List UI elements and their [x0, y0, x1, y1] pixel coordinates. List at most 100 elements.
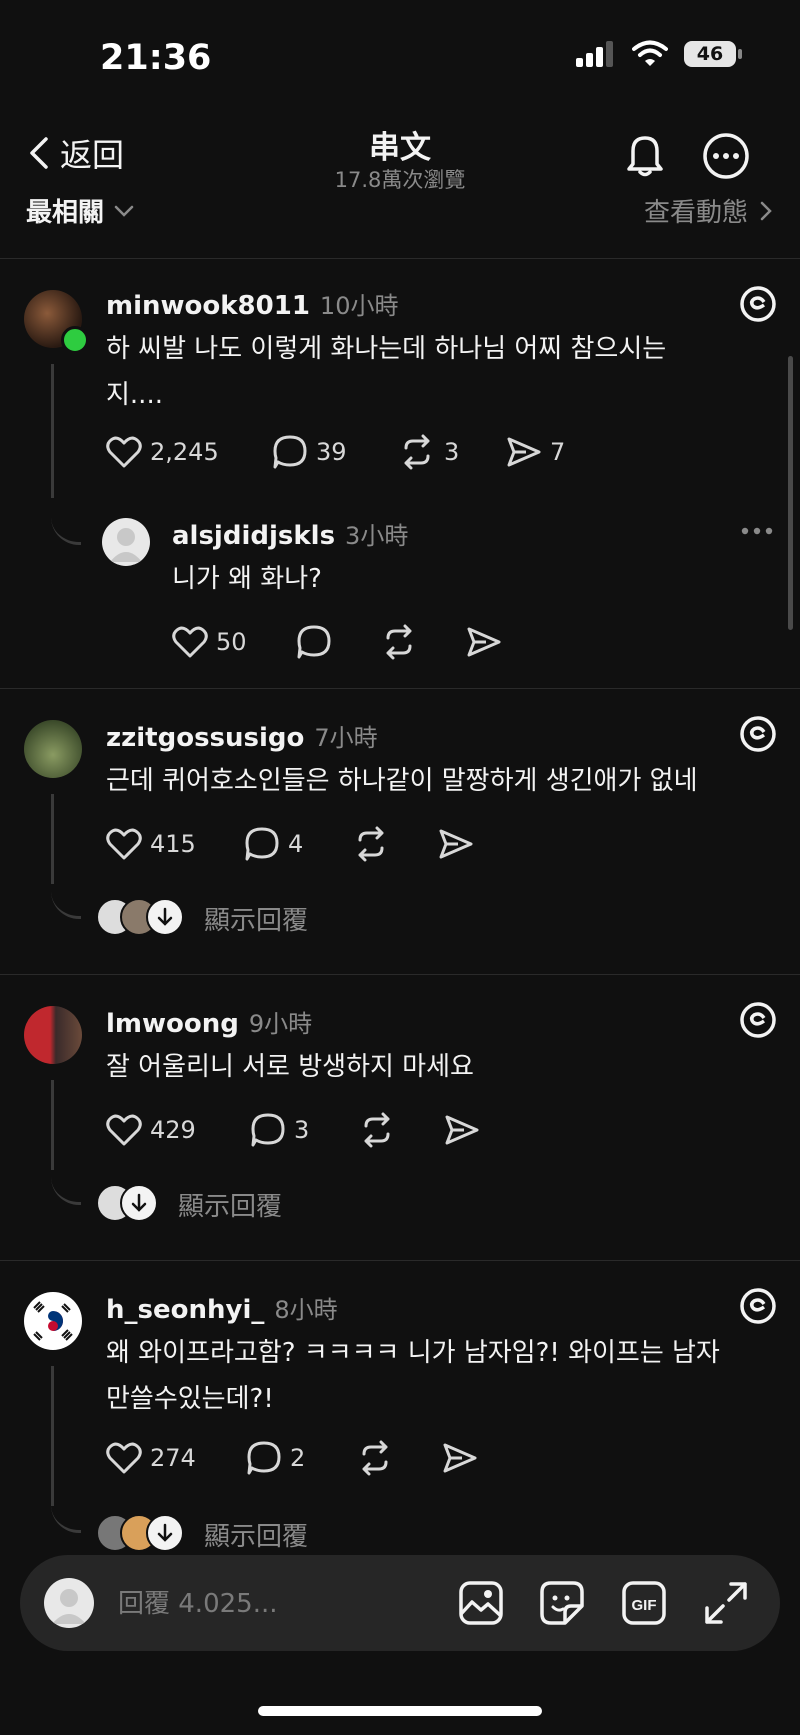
heart-icon: [106, 1442, 142, 1474]
post-actions: 415 4: [106, 826, 474, 862]
thread-connector: [51, 1166, 81, 1205]
comment-button[interactable]: 39: [272, 434, 398, 470]
post-username[interactable]: h_seonhyi_ 8小時: [106, 1290, 338, 1325]
threads-logo-icon[interactable]: [738, 714, 778, 754]
repost-button[interactable]: [352, 826, 438, 862]
reply-input[interactable]: 回覆 4.025...: [118, 1583, 278, 1620]
expand-replies-icon: [146, 898, 184, 936]
reply-avatars[interactable]: [96, 898, 186, 936]
more-options-button[interactable]: [700, 130, 752, 182]
send-icon: [443, 1443, 477, 1473]
more-icon: [703, 133, 749, 179]
repost-button[interactable]: [356, 1440, 442, 1476]
post-username[interactable]: zzitgossusigo 7小時: [106, 718, 378, 753]
view-count: 17.8萬次瀏覽: [334, 168, 466, 192]
comment-button[interactable]: 3: [250, 1112, 358, 1148]
online-indicator: [61, 326, 89, 354]
threads-logo-icon[interactable]: [738, 1286, 778, 1326]
share-button[interactable]: [442, 1441, 478, 1475]
my-avatar: [44, 1578, 94, 1628]
share-button[interactable]: [438, 827, 474, 861]
comment-button[interactable]: 4: [244, 826, 352, 862]
sticker-button[interactable]: [537, 1578, 587, 1628]
share-button[interactable]: [466, 625, 502, 659]
avatar[interactable]: [24, 1292, 82, 1350]
expand-icon: [705, 1582, 747, 1624]
post-username[interactable]: lmwoong 9小時: [106, 1004, 312, 1039]
repost-button[interactable]: 3: [398, 434, 506, 470]
gif-icon: GIF: [622, 1581, 666, 1625]
share-button[interactable]: 7: [506, 435, 565, 469]
divider: [0, 974, 800, 975]
send-icon: [467, 627, 501, 657]
chevron-right-icon: [760, 201, 772, 220]
repost-icon: [386, 624, 412, 660]
post-actions: 2,245 39 3 7: [106, 434, 565, 470]
status-time: 21:36: [100, 38, 212, 78]
repost-button[interactable]: [380, 624, 466, 660]
share-count: 7: [550, 438, 566, 466]
notifications-button[interactable]: [620, 130, 670, 180]
like-count: 274: [150, 1444, 196, 1472]
divider: [0, 688, 800, 689]
image-icon: [459, 1581, 503, 1625]
repost-icon: [362, 1440, 388, 1476]
like-button[interactable]: 2,245: [106, 435, 272, 469]
scrollbar[interactable]: [788, 356, 793, 630]
default-avatar-icon: [52, 1589, 86, 1624]
reply-actions: 50: [172, 624, 502, 660]
view-activity-link[interactable]: 查看動態: [644, 192, 772, 229]
divider: [0, 1260, 800, 1261]
post-text: 왜 와이프라고함? ㅋㅋㅋㅋ 니가 남자임?! 와이프는 남자 만쓸수있는데?!: [106, 1338, 720, 1414]
activity-label: 查看動態: [643, 198, 748, 228]
share-button[interactable]: [444, 1113, 480, 1147]
comment-icon: [245, 827, 279, 861]
repost-button[interactable]: [358, 1112, 444, 1148]
expand-composer-button[interactable]: [701, 1578, 751, 1628]
show-replies-link[interactable]: 顯示回覆: [178, 1186, 282, 1223]
default-avatar-icon: [110, 528, 142, 562]
battery-indicator: 46: [684, 41, 742, 67]
home-indicator[interactable]: [258, 1706, 542, 1716]
attach-image-button[interactable]: [456, 1578, 506, 1628]
post-text: 잘 어울리니 서로 방생하지 마세요: [106, 1052, 474, 1082]
post-username[interactable]: minwook8011 10小時: [106, 286, 398, 321]
threads-logo-icon[interactable]: [738, 284, 778, 324]
status-icons: 46: [576, 40, 742, 68]
reply-avatars[interactable]: [96, 1184, 160, 1222]
gif-button[interactable]: GIF: [619, 1578, 669, 1628]
signal-icon: [576, 41, 613, 67]
avatar[interactable]: [24, 720, 82, 778]
show-replies-link[interactable]: 顯示回覆: [204, 1516, 308, 1553]
like-button[interactable]: 50: [172, 625, 296, 659]
like-count: 415: [150, 830, 196, 858]
reply-avatars[interactable]: [96, 1514, 186, 1552]
like-button[interactable]: 429: [106, 1113, 250, 1147]
post-actions: 274 2: [106, 1440, 478, 1476]
sort-dropdown[interactable]: 最相關: [26, 192, 134, 229]
reply-text: 니가 왜 화나?: [172, 564, 322, 594]
post-time: 8小時: [274, 1296, 338, 1324]
reply-username[interactable]: alsjdidjskls 3小時: [172, 516, 408, 551]
post-text: 하 씨발 나도 이렇게 화나는데 하나님 어찌 참으시는 지....: [106, 334, 667, 410]
more-icon[interactable]: [740, 526, 774, 536]
post-time: 7小時: [314, 724, 378, 752]
chevron-down-icon: [114, 205, 134, 217]
comment-icon: [251, 1113, 285, 1147]
comment-button[interactable]: [296, 624, 380, 660]
avatar[interactable]: [24, 1006, 82, 1064]
like-button[interactable]: 415: [106, 827, 244, 861]
reply-avatar[interactable]: [102, 518, 150, 566]
comment-count: 4: [288, 830, 304, 858]
heart-icon: [106, 828, 142, 860]
like-button[interactable]: 274: [106, 1441, 246, 1475]
threads-logo-icon[interactable]: [738, 1000, 778, 1040]
repost-icon: [404, 434, 430, 470]
repost-icon: [364, 1112, 390, 1148]
repost-icon: [358, 826, 384, 862]
comment-icon: [273, 435, 307, 469]
korea-flag-icon: [33, 1301, 73, 1341]
like-count: 429: [150, 1116, 196, 1144]
comment-button[interactable]: 2: [246, 1440, 356, 1476]
show-replies-link[interactable]: 顯示回覆: [204, 900, 308, 937]
